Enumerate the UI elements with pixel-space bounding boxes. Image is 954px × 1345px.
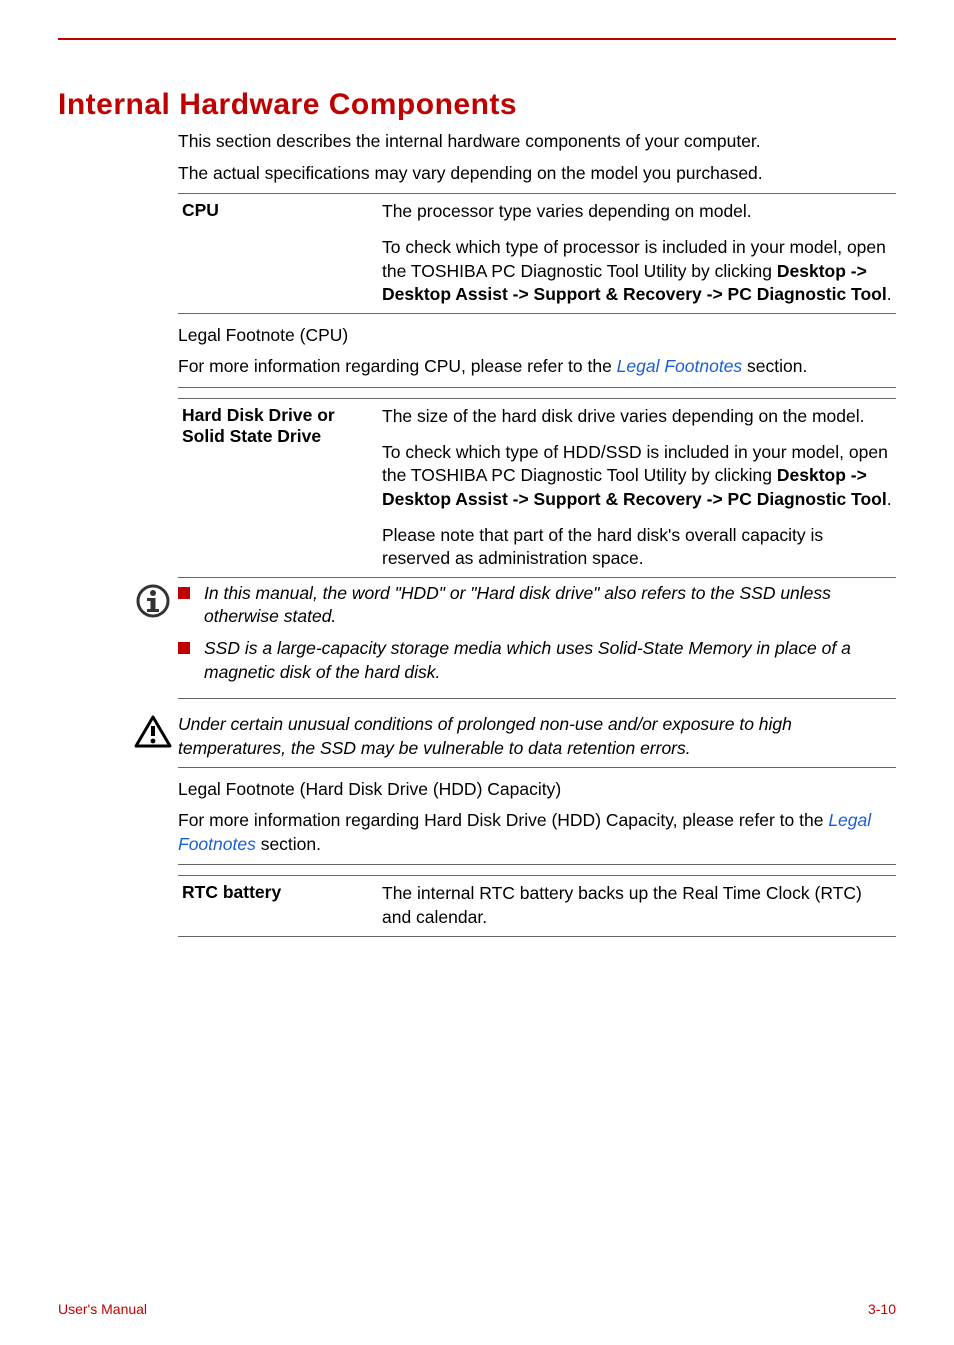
warning-text: Under certain unusual conditions of prol… [178,713,896,760]
rtc-desc: The internal RTC battery backs up the Re… [382,883,862,927]
hdd-desc-2c: . [887,489,892,509]
info-bullet-1: In this manual, the word "HDD" or "Hard … [204,582,896,629]
hdd-term: Hard Disk Drive or Solid State Drive [182,405,335,446]
rtc-term: RTC battery [182,882,281,902]
info-bullet-2: SSD is a large-capacity storage media wh… [204,637,896,684]
hdd-desc-1: The size of the hard disk drive varies d… [382,406,865,426]
section-heading: Internal Hardware Components [58,88,896,122]
hdd-legal-text-b: section. [256,834,321,854]
hdd-legal-text-a: For more information regarding Hard Disk… [178,810,828,830]
hdd-legal-note: Legal Footnote (Hard Disk Drive (HDD) Ca… [178,778,896,857]
hdd-desc-3: Please note that part of the hard disk's… [382,525,823,569]
cpu-desc-2c: . [887,284,892,304]
intro-paragraph-1: This section describes the internal hard… [178,130,896,154]
cpu-desc-1: The processor type varies depending on m… [382,201,752,221]
info-callout: In this manual, the word "HDD" or "Hard … [128,582,896,693]
cpu-legal-text-a: For more information regarding CPU, plea… [178,356,617,376]
cpu-legal-note: Legal Footnote (CPU) For more informatio… [178,324,896,379]
cpu-legal-text-b: section. [742,356,807,376]
hdd-table: Hard Disk Drive or Solid State Drive The… [178,398,896,578]
warning-icon [134,715,172,749]
intro-paragraph-2: The actual specifications may vary depen… [178,162,896,186]
rtc-table: RTC battery The internal RTC battery bac… [178,875,896,936]
bullet-square-icon [178,642,190,654]
cpu-legal-title: Legal Footnote (CPU) [178,324,896,348]
footer-left: User's Manual [58,1301,147,1317]
cpu-term: CPU [182,200,219,220]
page-footer: User's Manual 3-10 [58,1301,896,1317]
warning-callout: Under certain unusual conditions of prol… [128,713,896,760]
footer-right: 3-10 [868,1301,896,1317]
hdd-legal-title: Legal Footnote (Hard Disk Drive (HDD) Ca… [178,778,896,802]
cpu-legal-link[interactable]: Legal Footnotes [617,356,743,376]
cpu-table: CPU The processor type varies depending … [178,193,896,314]
bullet-square-icon [178,587,190,599]
info-icon [136,584,170,618]
